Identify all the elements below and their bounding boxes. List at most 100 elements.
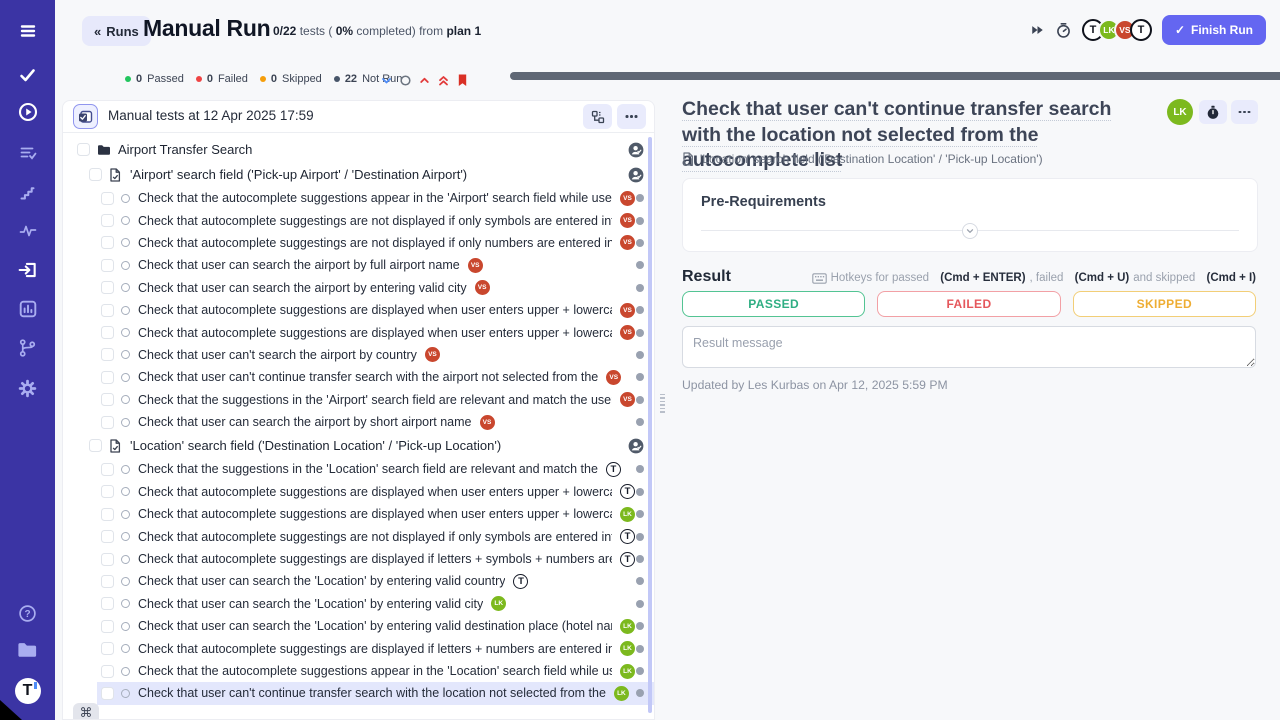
test-row[interactable]: Check that the suggestions in the 'Locat… (63, 458, 654, 480)
run-progress-bar (510, 72, 1280, 80)
row-status-dot (636, 510, 644, 518)
select-all-button[interactable] (73, 104, 98, 129)
test-row[interactable]: Check that autocomplete suggestings are … (63, 232, 654, 254)
collapse-toggle[interactable] (962, 223, 978, 239)
row-checkbox[interactable] (101, 326, 114, 339)
row-checkbox[interactable] (101, 620, 114, 633)
test-row[interactable]: Check that user can search the airport b… (63, 254, 654, 276)
tests-check-icon[interactable] (0, 58, 55, 92)
reports-chart-icon[interactable] (0, 292, 55, 326)
row-checkbox[interactable] (101, 530, 114, 543)
tree-more-button[interactable] (617, 104, 646, 129)
not-run-status-icon (121, 261, 130, 270)
row-checkbox[interactable] (101, 508, 114, 521)
row-checkbox[interactable] (89, 168, 102, 181)
row-checkbox[interactable] (101, 665, 114, 678)
finish-run-button[interactable]: ✓ Finish Run (1162, 15, 1266, 45)
test-row[interactable]: Check that user can search the 'Location… (63, 593, 654, 615)
file-row[interactable]: 'Location' search field ('Destination Lo… (63, 433, 654, 458)
back-to-runs-button[interactable]: « Runs (82, 16, 151, 46)
help-icon[interactable]: ? (0, 596, 55, 630)
chevron-up-icon[interactable] (418, 74, 431, 87)
test-row[interactable]: Check that autocomplete suggestings are … (63, 637, 654, 659)
row-checkbox[interactable] (101, 371, 114, 384)
row-status-dot (636, 396, 644, 404)
row-checkbox[interactable] (101, 236, 114, 249)
row-checkbox[interactable] (101, 485, 114, 498)
row-checkbox[interactable] (101, 348, 114, 361)
panel-splitter-handle[interactable] (657, 391, 667, 415)
passed-button[interactable]: PASSED (682, 291, 865, 317)
row-checkbox[interactable] (101, 463, 114, 476)
tree-view-button[interactable] (583, 104, 612, 129)
test-row[interactable]: Check that autocomplete suggestions are … (63, 299, 654, 321)
test-row[interactable]: Check that user can't continue transfer … (63, 366, 654, 388)
test-row[interactable]: Check that autocomplete suggestings are … (63, 548, 654, 570)
tree-scrollbar[interactable] (648, 137, 652, 713)
row-checkbox[interactable] (101, 687, 114, 700)
test-row[interactable]: Check that user can search the 'Location… (63, 570, 654, 592)
steps-icon[interactable] (0, 176, 55, 210)
row-status-dot (636, 217, 644, 225)
not-run-status-icon (121, 238, 130, 247)
result-message-input[interactable] (682, 326, 1256, 368)
not-run-status-icon (121, 465, 130, 474)
test-row[interactable]: Check that user can search the airport b… (63, 277, 654, 299)
test-row[interactable]: Check that user can't continue transfer … (63, 682, 654, 704)
test-more-button[interactable] (1231, 100, 1258, 124)
branch-icon[interactable] (0, 331, 55, 365)
row-checkbox[interactable] (101, 192, 114, 205)
avatar[interactable]: T (1130, 19, 1152, 41)
assignee-check-icon[interactable] (628, 438, 644, 454)
row-checkbox[interactable] (77, 143, 90, 156)
test-row[interactable]: Check that the autocomplete suggestions … (63, 187, 654, 209)
test-breadcrumb[interactable]: 'Location' search field ('Destination Lo… (682, 152, 1043, 166)
circle-status-icon[interactable] (399, 74, 412, 87)
settings-gear-icon[interactable] (0, 371, 55, 405)
row-checkbox[interactable] (101, 259, 114, 272)
test-row[interactable]: Check that the autocomplete suggestions … (63, 660, 654, 682)
test-row[interactable]: Check that the suggestions in the 'Airpo… (63, 389, 654, 411)
test-row[interactable]: Check that autocomplete suggestions are … (63, 503, 654, 525)
row-checkbox[interactable] (101, 553, 114, 566)
test-row[interactable]: Check that user can search the 'Location… (63, 615, 654, 637)
import-icon[interactable] (0, 253, 55, 287)
test-row[interactable]: Check that user can't search the airport… (63, 344, 654, 366)
double-chevron-up-icon[interactable] (437, 74, 450, 87)
assignee-check-icon[interactable] (628, 142, 644, 158)
row-checkbox[interactable] (101, 597, 114, 610)
bookmark-icon[interactable] (456, 73, 469, 87)
skipped-button[interactable]: SKIPPED (1073, 291, 1256, 317)
folder-row[interactable]: Airport Transfer Search (63, 137, 654, 162)
row-label: Check that the autocomplete suggestions … (138, 191, 612, 205)
test-row[interactable]: Check that autocomplete suggestings are … (63, 209, 654, 231)
test-timer-button[interactable] (1199, 100, 1227, 124)
owner-avatar[interactable]: LK (1167, 99, 1193, 125)
row-checkbox[interactable] (101, 642, 114, 655)
pulse-activity-icon[interactable] (0, 214, 55, 248)
menu-icon[interactable] (0, 14, 55, 48)
not-run-status-icon (121, 350, 130, 359)
test-row[interactable]: Check that user can search the airport b… (63, 411, 654, 433)
failed-button[interactable]: FAILED (877, 291, 1060, 317)
test-row[interactable]: Check that autocomplete suggestions are … (63, 481, 654, 503)
legend-dot (260, 76, 266, 82)
timer-history-icon[interactable] (1055, 22, 1072, 39)
projects-folder-icon[interactable] (0, 632, 55, 666)
suites-list-check-icon[interactable] (0, 136, 55, 170)
row-checkbox[interactable] (89, 439, 102, 452)
test-row[interactable]: Check that autocomplete suggestions are … (63, 321, 654, 343)
assignee-check-icon[interactable] (628, 167, 644, 183)
chevron-down-icon[interactable] (380, 74, 393, 87)
row-checkbox[interactable] (101, 281, 114, 294)
row-checkbox[interactable] (101, 304, 114, 317)
app-sidebar: ? T (0, 0, 55, 720)
test-row[interactable]: Check that autocomplete suggestings are … (63, 525, 654, 547)
row-checkbox[interactable] (101, 575, 114, 588)
row-checkbox[interactable] (101, 214, 114, 227)
row-checkbox[interactable] (101, 416, 114, 429)
file-row[interactable]: 'Airport' search field ('Pick-up Airport… (63, 162, 654, 187)
fast-forward-icon[interactable] (1030, 23, 1045, 37)
row-checkbox[interactable] (101, 393, 114, 406)
run-play-circle-icon[interactable] (0, 95, 55, 129)
